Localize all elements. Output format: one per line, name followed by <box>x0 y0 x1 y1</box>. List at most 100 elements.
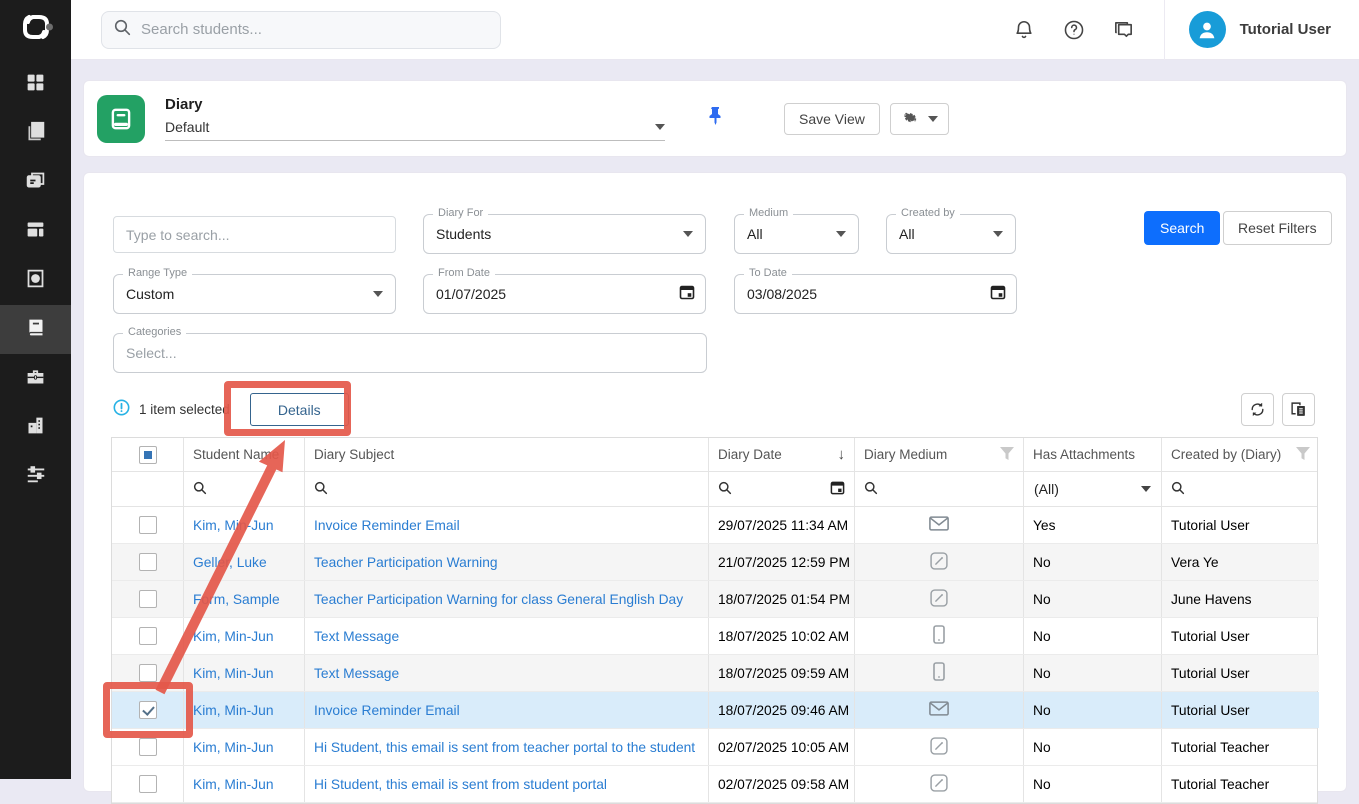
timetable-icon <box>25 219 46 245</box>
created-by-value: All <box>899 226 915 242</box>
categories-select[interactable]: Categories Select... <box>113 333 707 373</box>
email-icon <box>929 701 949 719</box>
search-icon <box>864 481 878 498</box>
col-created-by[interactable]: Created by (Diary) <box>1162 438 1319 471</box>
filter-diary-medium[interactable] <box>855 472 1024 506</box>
sidebar-item-invoices[interactable]: $ <box>0 256 71 305</box>
search-icon <box>718 481 732 498</box>
row-subject-link[interactable]: Hi Student, this email is sent from teac… <box>314 740 695 755</box>
filter-created-by[interactable] <box>1162 472 1319 506</box>
row-subject-link[interactable]: Teacher Participation Warning for class … <box>314 592 683 607</box>
students-icon <box>25 121 46 147</box>
filter-funnel-icon[interactable] <box>1000 447 1014 463</box>
view-options-button[interactable] <box>890 103 949 135</box>
row-subject-link[interactable]: Text Message <box>314 666 399 681</box>
page-title: Diary <box>165 96 685 113</box>
medium-value: All <box>747 226 763 242</box>
calendar-icon[interactable] <box>990 284 1006 305</box>
filter-diary-date[interactable] <box>709 472 855 506</box>
range-type-select[interactable]: Range Type Custom <box>113 274 396 314</box>
search-icon <box>314 481 328 498</box>
filter-has-attachments[interactable]: (All) <box>1024 472 1162 506</box>
diary-for-select[interactable]: Diary For Students <box>423 214 706 254</box>
search-button[interactable]: Search <box>1144 211 1220 245</box>
col-diary-subject[interactable]: Diary Subject <box>305 438 709 471</box>
calendar-icon[interactable] <box>679 284 695 305</box>
global-search[interactable] <box>101 11 501 49</box>
medium-select[interactable]: Medium All <box>734 214 859 254</box>
table-row[interactable]: Kim, Min-Jun Hi Student, this email is s… <box>112 766 1317 803</box>
row-attachments: No <box>1033 666 1051 681</box>
row-date: 18/07/2025 10:02 AM <box>718 629 849 644</box>
row-subject-link[interactable]: Text Message <box>314 629 399 644</box>
row-subject-link[interactable]: Invoice Reminder Email <box>314 518 460 533</box>
annotation-box-details <box>224 381 351 436</box>
search-students-input[interactable] <box>141 21 488 38</box>
sidebar-item-students[interactable] <box>0 109 71 158</box>
phone-icon <box>933 625 945 647</box>
search-icon <box>114 19 131 41</box>
search-icon <box>1171 481 1185 498</box>
range-type-label: Range Type <box>123 267 192 279</box>
sidebar-item-settings[interactable] <box>0 452 71 501</box>
chat-icon[interactable] <box>1112 18 1136 42</box>
table-row[interactable]: Kim, Min-Jun Hi Student, this email is s… <box>112 729 1317 766</box>
bell-icon[interactable] <box>1012 18 1036 42</box>
row-attachments: No <box>1033 740 1051 755</box>
row-student-link[interactable]: Kim, Min-Jun <box>193 740 274 755</box>
row-attachments: No <box>1033 555 1051 570</box>
row-attachments: No <box>1033 703 1051 718</box>
calendar-icon[interactable] <box>830 480 845 498</box>
pin-icon[interactable] <box>707 106 724 131</box>
sidebar-item-dashboard[interactable] <box>0 60 71 109</box>
row-checkbox[interactable] <box>139 775 157 793</box>
sidebar-item-diary[interactable] <box>0 305 71 354</box>
row-date: 18/07/2025 01:54 PM <box>718 592 850 607</box>
app-logo[interactable] <box>0 0 71 60</box>
row-created-by: Tutorial User <box>1171 518 1249 533</box>
user-menu[interactable]: Tutorial User <box>1165 11 1359 48</box>
column-chooser-button[interactable] <box>1282 393 1315 426</box>
note-icon <box>930 552 948 573</box>
svg-text:$: $ <box>34 276 38 283</box>
row-date: 21/07/2025 12:59 PM <box>718 555 850 570</box>
refresh-button[interactable] <box>1241 393 1274 426</box>
briefcase-icon <box>25 366 46 392</box>
col-has-attachments[interactable]: Has Attachments <box>1024 438 1162 471</box>
chevron-down-icon <box>836 231 846 237</box>
sliders-icon <box>25 463 47 490</box>
note-icon <box>930 774 948 795</box>
row-created-by: Tutorial User <box>1171 629 1249 644</box>
from-date-label: From Date <box>433 267 495 279</box>
chevron-down-icon <box>1141 486 1151 492</box>
row-attachments: No <box>1033 629 1051 644</box>
sidebar-item-timetable[interactable] <box>0 207 71 256</box>
range-type-value: Custom <box>126 286 174 302</box>
building-icon <box>25 415 46 441</box>
row-subject-link[interactable]: Teacher Participation Warning <box>314 555 498 570</box>
avatar <box>1189 11 1226 48</box>
grid-text-search-input[interactable] <box>113 216 396 253</box>
help-icon[interactable] <box>1062 18 1086 42</box>
reset-filters-button[interactable]: Reset Filters <box>1223 211 1332 245</box>
email-icon <box>929 516 949 534</box>
gear-icon <box>901 108 919 129</box>
filter-funnel-icon[interactable] <box>1296 447 1310 463</box>
col-diary-medium[interactable]: Diary Medium <box>855 438 1024 471</box>
filter-diary-subject[interactable] <box>305 472 709 506</box>
to-date-field[interactable]: To Date 03/08/2025 <box>734 274 1017 314</box>
row-subject-link[interactable]: Invoice Reminder Email <box>314 703 460 718</box>
created-by-select[interactable]: Created by All <box>886 214 1016 254</box>
chevron-down-icon <box>928 116 938 122</box>
save-view-button[interactable]: Save View <box>784 103 880 135</box>
view-select[interactable]: Default <box>165 119 665 141</box>
diary-for-label: Diary For <box>433 207 488 219</box>
from-date-field[interactable]: From Date 01/07/2025 <box>423 274 706 314</box>
col-diary-date[interactable]: Diary Date↓ <box>709 438 855 471</box>
sidebar-item-classes[interactable] <box>0 158 71 207</box>
page-header-card: Diary Default Save View <box>83 80 1347 157</box>
sidebar-item-services[interactable] <box>0 354 71 403</box>
diary-for-value: Students <box>436 226 491 242</box>
row-checkbox[interactable] <box>139 738 157 756</box>
sidebar-item-organisation[interactable] <box>0 403 71 452</box>
